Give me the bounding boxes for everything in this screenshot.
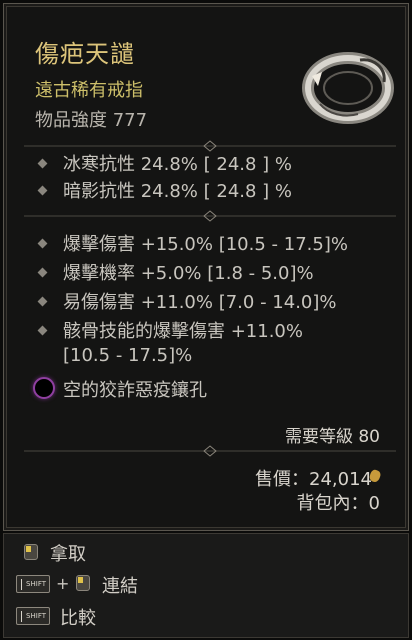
stat-vulnerable-damage: 易傷傷害 +11.0% [7.0 - 14.0]% <box>63 292 337 313</box>
stat-crit-damage: 爆擊傷害 +15.0% [10.5 - 17.5]% <box>63 234 348 255</box>
item-tooltip: 傷疤天譴 遠古稀有戒指 物品強度 777 冰寒抗性 24.8% [ 24.8 ]… <box>3 3 409 531</box>
stat-bone-crit-range: [10.5 - 17.5]% <box>63 345 193 366</box>
empty-socket-label: 空的狡詐惡疫鑲孔 <box>63 380 207 401</box>
compare-action[interactable]: 比較 <box>60 604 96 630</box>
diamond-bullet-icon <box>37 325 48 336</box>
action-hints-panel: 拿取 SHIFT + 連結 SHIFT 比較 <box>3 533 409 638</box>
bag-count: 背包內：0 <box>296 493 380 514</box>
section-divider <box>24 445 396 457</box>
stat-cold-resist: 冰寒抗性 24.8% [ 24.8 ] % <box>63 154 293 175</box>
sell-price: 售價：24,014 <box>255 469 372 490</box>
stat-shadow-resist: 暗影抗性 24.8% [ 24.8 ] % <box>63 181 293 202</box>
socket-icon <box>33 377 55 399</box>
plus-sign: + <box>56 574 70 593</box>
diamond-bullet-icon <box>37 238 48 249</box>
diamond-bullet-icon <box>37 296 48 307</box>
shift-key-icon: SHIFT <box>16 607 50 625</box>
shift-key-icon: SHIFT <box>16 575 50 593</box>
stat-crit-chance: 爆擊機率 +5.0% [1.8 - 5.0]% <box>63 263 314 284</box>
link-action[interactable]: 連結 <box>102 572 138 598</box>
diamond-bullet-icon <box>37 267 48 278</box>
mouse-left-click-icon <box>24 544 38 560</box>
diamond-bullet-icon <box>37 158 48 169</box>
item-power: 物品強度 777 <box>35 110 148 131</box>
diamond-bullet-icon <box>37 185 48 196</box>
item-name: 傷疤天譴 <box>35 40 135 68</box>
stat-bone-crit-damage: 骸骨技能的爆擊傷害 +11.0% <box>63 321 303 342</box>
section-divider <box>24 210 396 222</box>
mouse-left-click-icon <box>76 575 90 591</box>
item-rarity: 遠古稀有戒指 <box>35 80 143 101</box>
ring-item-art <box>302 52 394 124</box>
take-action[interactable]: 拿取 <box>50 540 86 566</box>
